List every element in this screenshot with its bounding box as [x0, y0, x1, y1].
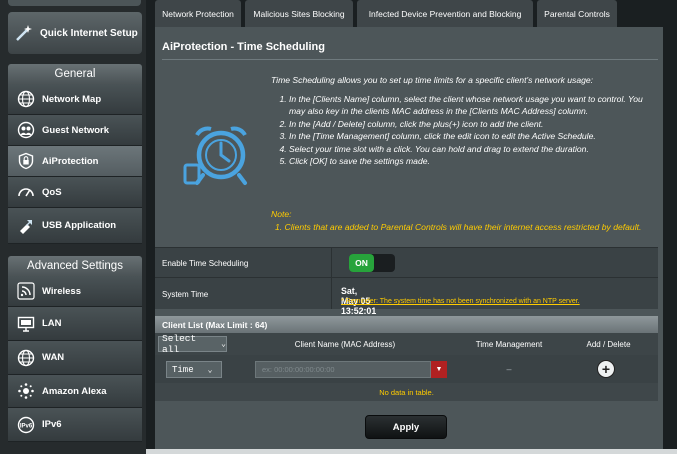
sidebar-item-network-map[interactable]: Network Map — [8, 84, 142, 115]
tab-network-protection[interactable]: Network Protection — [155, 0, 241, 27]
sidebar-item-wireless[interactable]: Wireless — [8, 276, 142, 307]
enable-time-scheduling-label: Enable Time Scheduling — [162, 259, 249, 268]
time-management-cell: – — [506, 364, 512, 374]
usb-puzzle-icon — [16, 216, 36, 236]
globe-icon — [16, 348, 36, 368]
tab-parental-controls[interactable]: Parental Controls — [537, 0, 617, 27]
enable-time-scheduling-row: Enable Time Scheduling ON — [155, 247, 658, 277]
sidebar-item-label: Wireless — [42, 285, 81, 297]
sidebar-item-label: WAN — [42, 352, 65, 363]
client-list-header: Client List (Max Limit : 64) — [155, 316, 658, 333]
apply-button[interactable]: Apply — [365, 415, 447, 439]
system-time-value-cell: Sat, May 05 13:52:01 2018 * Reminder: Th… — [331, 278, 580, 326]
sidebar-item-guest-network[interactable]: Guest Network — [8, 115, 142, 146]
sidebar-item-amazon-alexa[interactable]: Amazon Alexa — [8, 375, 142, 408]
ntp-reminder-link[interactable]: * Reminder: The system time has not been… — [341, 298, 580, 305]
speedometer-icon — [16, 182, 36, 202]
router-admin-page: Quick Internet Setup General Network Map… — [0, 0, 677, 454]
sidebar: Quick Internet Setup General Network Map… — [0, 0, 146, 454]
ipv6-globe-icon: IPv6 — [16, 415, 36, 435]
magic-wand-icon — [14, 23, 34, 43]
note-label: Note: — [271, 209, 292, 219]
column-add-delete: Add / Delete — [586, 339, 631, 349]
wifi-icon — [16, 281, 36, 301]
guest-network-icon — [16, 120, 36, 140]
bottom-edge — [146, 449, 677, 454]
toggle-on-label: ON — [349, 254, 374, 272]
time-type-label: Time — [172, 364, 194, 375]
sidebar-item-label: AiProtection — [42, 155, 99, 167]
content-panel: AiProtection - Time Scheduling Time Sche… — [155, 27, 663, 454]
time-scheduling-toggle[interactable]: ON — [349, 254, 395, 272]
chevron-down-icon: ⌄ — [221, 340, 226, 349]
step-item: Click [OK] to save the settings made. — [289, 155, 655, 168]
sidebar-item-label: Guest Network — [42, 124, 110, 136]
client-input-row: Time ⌄ ex: 00:00:00:00:00:00 ▼ – + — [155, 355, 658, 383]
plus-icon: + — [601, 361, 611, 377]
tab-infected-device-prevention[interactable]: Infected Device Prevention and Blocking — [357, 0, 533, 27]
sidebar-item-wan[interactable]: WAN — [8, 341, 142, 375]
chevron-down-icon: ⌄ — [207, 365, 213, 375]
step-item: In the [Time Management] column, click t… — [289, 130, 655, 143]
step-item: In the [Add / Delete] column, click the … — [289, 118, 655, 131]
sidebar-item-label: Amazon Alexa — [42, 385, 107, 397]
globe-icon — [16, 89, 36, 109]
monitor-icon — [16, 314, 36, 334]
intro-text: Time Scheduling allows you to set up tim… — [271, 75, 594, 85]
sidebar-top-edge — [8, 0, 141, 6]
column-time-management: Time Management — [475, 339, 543, 349]
right-margin — [663, 27, 677, 454]
shield-lock-icon — [16, 151, 36, 171]
quick-internet-setup-button[interactable]: Quick Internet Setup — [8, 12, 142, 54]
client-list-dropdown-button[interactable]: ▼ — [431, 361, 447, 378]
sidebar-item-label: QoS — [42, 186, 62, 198]
time-type-dropdown[interactable]: Time ⌄ — [166, 361, 222, 378]
alarm-clock-icon — [183, 121, 259, 192]
svg-text:IPv6: IPv6 — [20, 423, 33, 429]
page-title: AiProtection - Time Scheduling — [162, 41, 325, 53]
sidebar-item-label: LAN — [42, 318, 62, 329]
select-all-dropdown[interactable]: Select all ⌄ — [158, 333, 227, 355]
sidebar-item-label: USB Application — [42, 220, 117, 231]
system-time-label: System Time — [162, 290, 209, 299]
steps-list: In the [Clients Name] column, select the… — [289, 93, 655, 168]
step-item: Select your time slot with a click. You … — [289, 143, 655, 156]
quick-internet-setup-label: Quick Internet Setup — [40, 27, 138, 39]
advanced-settings-section-header: Advanced Settings — [8, 256, 142, 276]
client-mac-input[interactable]: ex: 00:00:00:00:00:00 — [255, 361, 431, 378]
sidebar-item-label: IPv6 — [42, 419, 62, 430]
add-client-button[interactable]: + — [597, 360, 615, 378]
client-table-header: Select all ⌄ Client Name (MAC Address) T… — [155, 333, 658, 355]
system-time-row: System Time Sat, May 05 13:52:01 2018 * … — [155, 277, 658, 326]
note-text: Note: 1. Clients that are added to Paren… — [271, 208, 656, 233]
general-section-header: General — [8, 64, 142, 84]
alexa-icon — [16, 381, 36, 401]
sidebar-item-ipv6[interactable]: IPv6 IPv6 — [8, 408, 142, 442]
sidebar-item-usb-application[interactable]: USB Application — [8, 208, 142, 244]
column-client-name: Client Name (MAC Address) — [294, 339, 396, 349]
tab-malicious-sites-blocking[interactable]: Malicious Sites Blocking — [245, 0, 353, 27]
no-data-message: No data in table. — [155, 383, 658, 401]
select-all-label: Select all — [162, 333, 197, 355]
note-item: 1. Clients that are added to Parental Co… — [275, 221, 642, 232]
title-divider — [162, 59, 658, 60]
triangle-down-icon: ▼ — [435, 366, 443, 373]
sidebar-item-label: Network Map — [42, 93, 102, 105]
step-item: In the [Clients Name] column, select the… — [289, 93, 655, 118]
enable-time-scheduling-value: ON — [331, 248, 395, 277]
description-text: Time Scheduling allows you to set up tim… — [271, 74, 655, 168]
sidebar-item-lan[interactable]: LAN — [8, 307, 142, 341]
sidebar-item-qos[interactable]: QoS — [8, 177, 142, 208]
sidebar-item-aiprotection[interactable]: AiProtection — [8, 146, 142, 177]
